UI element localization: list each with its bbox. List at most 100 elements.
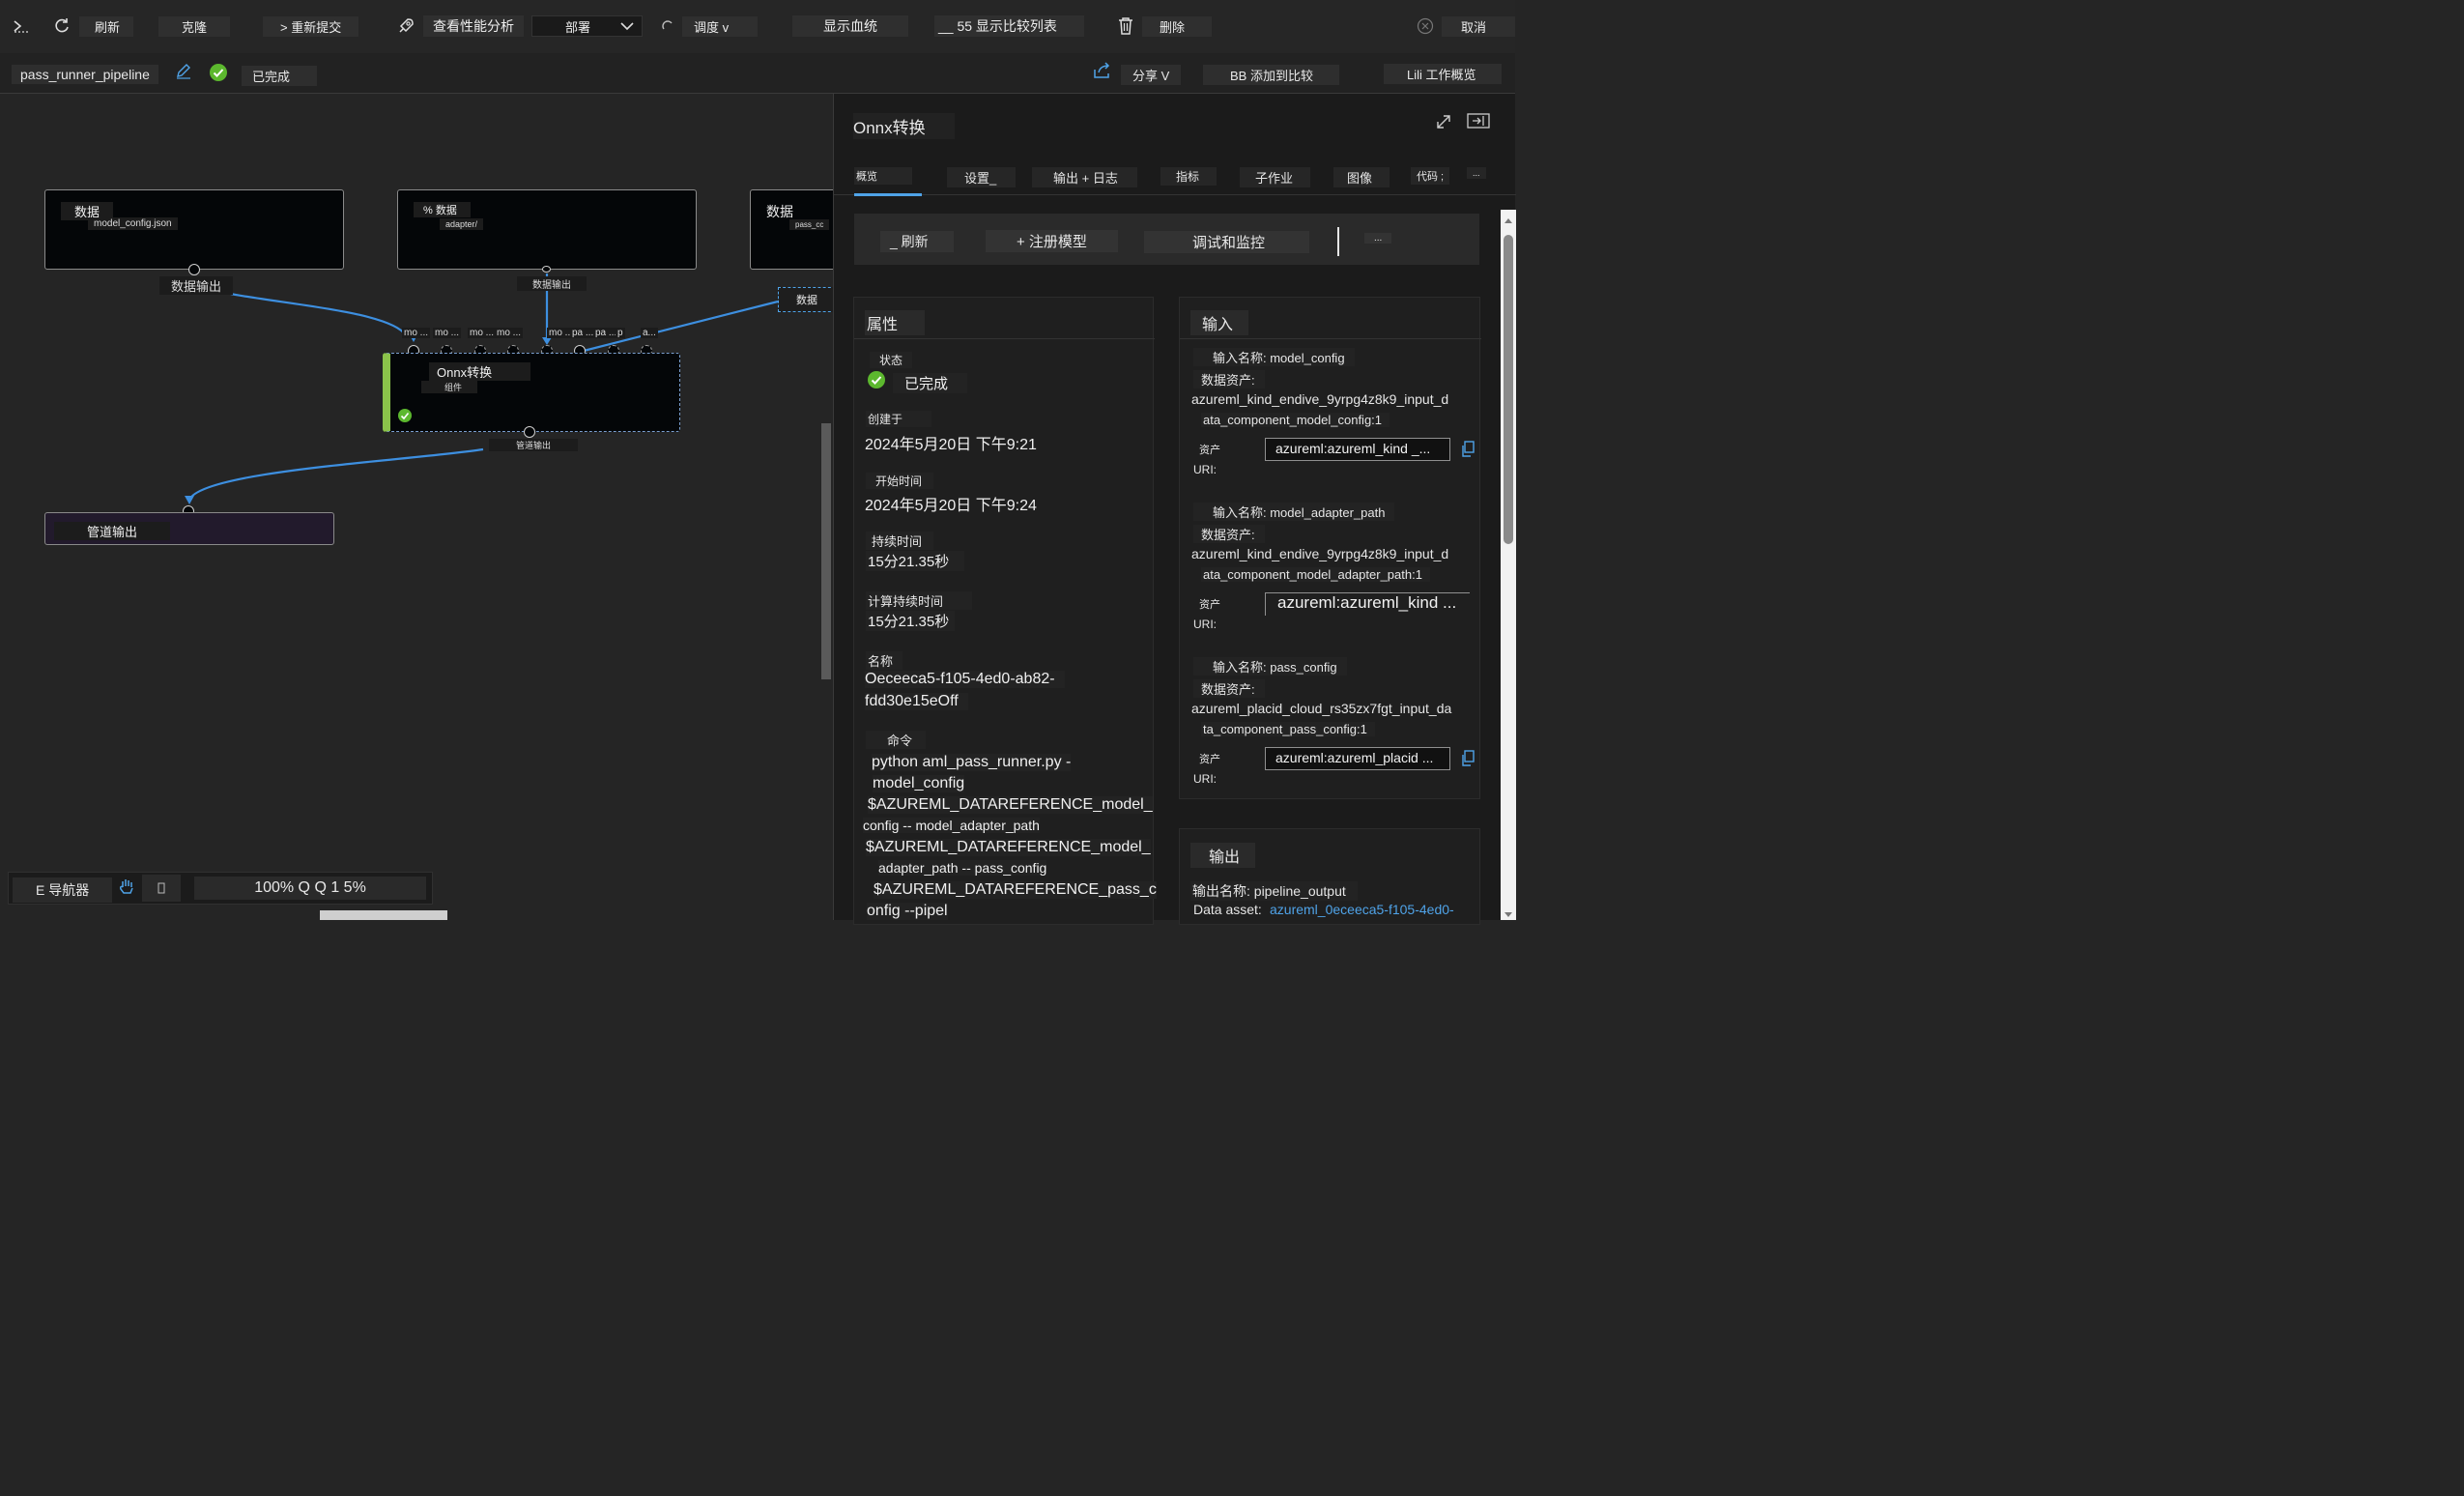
register-model-button[interactable]: + 注册模型	[986, 230, 1118, 252]
perf-analysis-button[interactable]: 查看性能分析	[396, 15, 524, 37]
tab-overview[interactable]: 概览	[854, 167, 912, 185]
output-port[interactable]	[542, 266, 551, 273]
edge-pass-to-onnx	[583, 300, 779, 353]
tab-child-jobs[interactable]: 子作业	[1240, 167, 1311, 187]
deploy-label: 部署	[565, 19, 591, 35]
panel-scrollbar-track[interactable]	[1501, 210, 1516, 920]
pipeline-header: pass_runner_pipeline 已完成 分享 V BB 添加到比较 L…	[0, 53, 1515, 94]
edge-onnx-to-output	[188, 447, 484, 501]
cancel-button[interactable]: 取消	[1417, 15, 1516, 37]
job-overview-button[interactable]: Lili 工作概览	[1384, 64, 1502, 84]
deploy-dropdown[interactable]: 部署	[531, 15, 643, 37]
asset-value-line2: ata_component_model_adapter_path:1	[1201, 567, 1430, 582]
zoom-level[interactable]: 100% Q Q 1 5%	[194, 877, 426, 900]
status-badge: 已完成	[242, 66, 318, 86]
tab-code[interactable]: 代码 ;	[1411, 167, 1450, 185]
status-label: 状态	[870, 352, 913, 368]
name-value-line2: fdd30e15eOff	[865, 693, 968, 710]
asset-uri-field[interactable]: azureml:azureml_placid ...	[1265, 747, 1450, 770]
compare-list-button[interactable]: __ 55 显示比较列表	[934, 15, 1084, 37]
lineage-label: 显示血统	[792, 15, 908, 37]
asset-value-line1: azureml_kind_endive_9yrpg4z8k9_input_d	[1191, 391, 1449, 407]
outputs-card: 输出 输出名称: pipeline_output Data asset: azu…	[1179, 828, 1480, 925]
command-line: $AZUREML_DATAREFERENCE_model_	[868, 796, 1153, 814]
command-label: 命令	[866, 731, 927, 749]
tab-more[interactable]: ...	[1467, 167, 1486, 179]
scroll-down-icon[interactable]	[1504, 906, 1513, 924]
share-button[interactable]: 分享 V	[1121, 65, 1182, 85]
active-tab-indicator	[854, 193, 922, 196]
port-label: 数据输出	[159, 276, 234, 295]
clone-button[interactable]: 克隆	[158, 15, 231, 37]
tab-images[interactable]: 图像	[1333, 167, 1390, 187]
inputs-heading: 输入	[1190, 310, 1249, 335]
onnx-port-label: mo ...	[468, 328, 497, 338]
debug-monitor-button[interactable]: 调试和监控	[1144, 231, 1310, 253]
port-label: 数据输出	[517, 276, 587, 291]
uri-label: 资产	[1199, 445, 1220, 456]
top-toolbar: 刷新 克隆 > 重新提交 查看性能分析 部署 调度 v 显示血统 __ 55 显…	[0, 0, 1516, 53]
data-node-pass-config[interactable]: 数据 pass_cc	[750, 189, 833, 270]
hand-pan-icon[interactable]	[117, 877, 136, 901]
schedule-icon	[661, 19, 674, 33]
refresh-button[interactable]: _ 刷新	[880, 231, 954, 252]
panel-scrollbar-thumb[interactable]	[1504, 235, 1513, 544]
output-port[interactable]	[524, 426, 535, 438]
command-line: python aml_pass_runner.py -	[872, 754, 1072, 771]
copy-icon[interactable]	[1460, 441, 1476, 463]
schedule-button[interactable]: 调度 v	[661, 15, 759, 37]
tab-settings[interactable]: 设置_	[947, 167, 1017, 187]
navigator-button[interactable]: E 导航器	[13, 877, 113, 903]
asset-label: 数据资产:	[1193, 679, 1265, 698]
dashed-data-node[interactable]: 数据	[778, 287, 833, 312]
data-node-model-config[interactable]: 数据 model_config.json	[44, 189, 344, 270]
duration-value: 15分21.35秒	[866, 551, 965, 571]
scroll-up-icon[interactable]	[1504, 214, 1513, 231]
cancel-label: 取消	[1442, 15, 1516, 37]
status-success-icon	[210, 64, 227, 86]
canvas-scrollbar[interactable]	[821, 423, 831, 679]
asset-uri-field[interactable]: azureml:azureml_kind _...	[1265, 438, 1450, 461]
tab-metrics[interactable]: 指标	[1160, 167, 1218, 186]
output-asset-link[interactable]: azureml_0eceeca5-f105-4ed0-	[1270, 902, 1454, 917]
node-title: Onnx转换	[429, 362, 531, 381]
detail-panel: Onnx转换 概览 设置_ 输出 + 日志 指标 子作业 图像 代码 ; ...…	[833, 94, 1516, 925]
created-label: 创建于	[866, 411, 932, 427]
share-icon[interactable]	[1093, 62, 1112, 84]
uri-label: URI:	[1193, 772, 1217, 786]
resubmit-button[interactable]: > 重新提交	[263, 15, 359, 37]
more-actions-button[interactable]: ...	[1364, 233, 1392, 244]
delete-button[interactable]: 删除	[1117, 15, 1213, 37]
output-port[interactable]	[188, 264, 200, 275]
collapse-panel-icon[interactable]	[1467, 113, 1490, 133]
refresh-button[interactable]: 刷新	[52, 15, 134, 37]
copy-icon[interactable]	[1460, 750, 1476, 772]
panel-title: Onnx转换	[853, 113, 955, 139]
onnx-port-label: pa ...	[570, 328, 596, 338]
asset-uri-field[interactable]: azureml:azureml_kind ...	[1265, 592, 1470, 616]
pipeline-name: pass_runner_pipeline	[12, 65, 158, 84]
pipeline-output-node[interactable]: 管道输出	[44, 512, 334, 545]
input-name-label: 输入名称: pass_config	[1193, 657, 1347, 676]
compute-duration-value: 15分21.35秒	[866, 611, 956, 631]
data-node-adapter[interactable]: % 数据 adapter/	[397, 189, 697, 270]
trash-icon	[1117, 16, 1134, 36]
show-lineage-button[interactable]: 显示血统	[792, 15, 908, 37]
node-subtitle: pass_cc	[789, 219, 830, 230]
tab-outputs-logs[interactable]: 输出 + 日志	[1032, 167, 1137, 187]
asset-label: 数据资产:	[1193, 525, 1265, 543]
schedule-label: 调度 v	[682, 15, 759, 37]
onnx-component-node[interactable]: Onnx转换 组件	[383, 353, 680, 432]
delete-label: 删除	[1142, 15, 1213, 37]
expand-icon[interactable]	[12, 15, 33, 37]
onnx-port-label: mo ...	[402, 328, 431, 338]
command-line: $AZUREML_DATAREFERENCE_pass_c	[874, 881, 1157, 899]
horizontal-scrollbar[interactable]	[320, 910, 447, 920]
edit-pencil-icon[interactable]	[175, 62, 192, 84]
add-to-compare-button[interactable]: BB 添加到比较	[1203, 65, 1339, 85]
pipeline-canvas[interactable]: 数据 model_config.json 数据输出 % 数据 adapter/ …	[0, 94, 833, 920]
onnx-port-label: a...	[641, 328, 658, 338]
expand-icon[interactable]	[1435, 113, 1452, 135]
command-line: $AZUREML_DATAREFERENCE_model_	[866, 839, 1151, 856]
fit-view-icon[interactable]	[142, 875, 181, 902]
